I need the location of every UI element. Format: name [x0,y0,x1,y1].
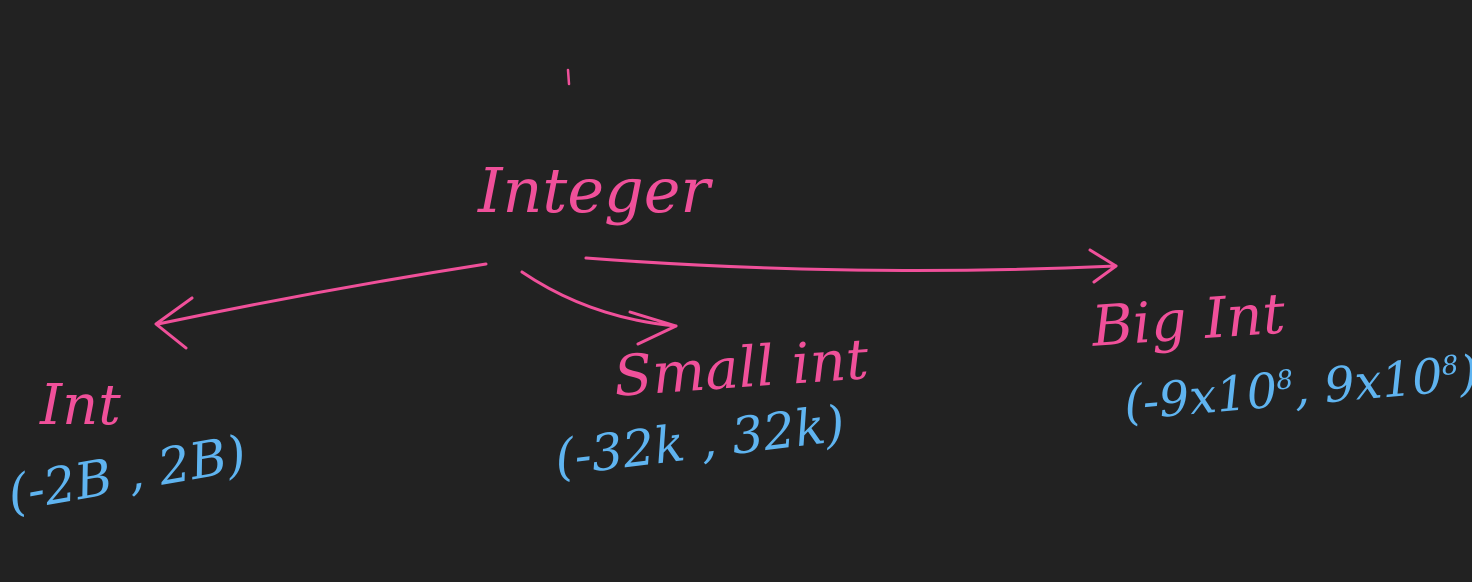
whiteboard-canvas: Integer Int (-2B , 2B) Small int (-32k ,… [0,0,1472,582]
root-label-integer: Integer [478,154,711,227]
type-label-int: Int [40,373,121,438]
arrow-to-int [156,262,488,326]
type-label-big-int: Big Int [1089,281,1288,360]
range-big-int-close: ) [1456,345,1472,403]
stray-pen-mark [566,68,571,86]
arrowhead-small-int [628,310,678,346]
arrow-to-big-int [584,256,1118,272]
